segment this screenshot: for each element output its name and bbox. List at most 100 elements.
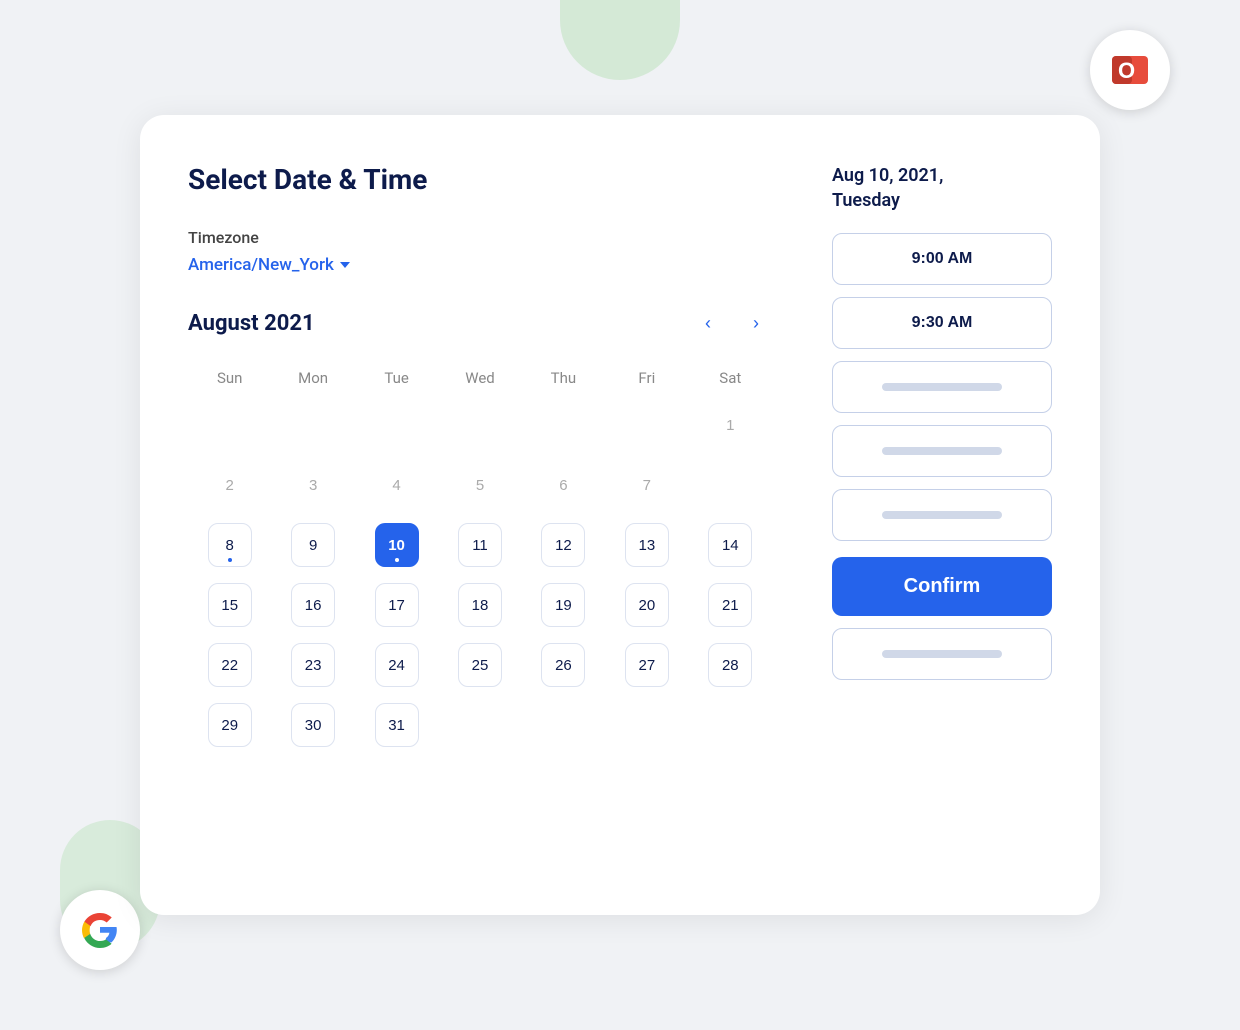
day-btn-14[interactable]: 14 — [708, 523, 752, 567]
timezone-label: Timezone — [188, 228, 772, 247]
cal-empty-a — [438, 697, 521, 753]
google-icon-badge[interactable] — [60, 890, 140, 970]
office-logo-svg: O — [1108, 48, 1152, 92]
time-slot-placeholder-2 — [832, 425, 1052, 477]
cal-day-31: 31 — [355, 697, 438, 753]
dialog-title: Select Date & Time — [188, 163, 772, 196]
day-btn-19[interactable]: 19 — [541, 583, 585, 627]
day-header-fri: Fri — [605, 363, 688, 393]
day-btn-23[interactable]: 23 — [291, 643, 335, 687]
day-btn-20[interactable]: 20 — [625, 583, 669, 627]
cal-day-10: 10 — [355, 517, 438, 573]
cal-day-16: 16 — [271, 577, 354, 633]
cal-empty-b — [522, 697, 605, 753]
main-card: Select Date & Time Timezone America/New_… — [140, 115, 1100, 915]
right-panel: Aug 10, 2021,Tuesday 9:00 AM 9:30 AM Con… — [832, 163, 1052, 875]
day-header-sat: Sat — [689, 363, 772, 393]
day-btn-31[interactable]: 31 — [375, 703, 419, 747]
cal-empty-d — [689, 697, 772, 753]
time-slot-930[interactable]: 9:30 AM — [832, 297, 1052, 349]
cal-cell-empty-2 — [271, 397, 354, 453]
calendar-header: August 2021 ‹ › — [188, 307, 772, 339]
left-panel: Select Date & Time Timezone America/New_… — [188, 163, 772, 875]
day-btn-11[interactable]: 11 — [458, 523, 502, 567]
cal-day-9: 9 — [271, 517, 354, 573]
cal-day-15: 15 — [188, 577, 271, 633]
time-slot-placeholder-3 — [832, 489, 1052, 541]
day-btn-7[interactable]: 7 — [625, 463, 669, 507]
day-header-sun: Sun — [188, 363, 271, 393]
timezone-selector[interactable]: America/New_York — [188, 255, 772, 275]
calendar-week-6: 29 30 31 — [188, 697, 772, 753]
calendar-week-2: 2 3 4 5 6 7 — [188, 457, 772, 513]
day-btn-13[interactable]: 13 — [625, 523, 669, 567]
day-header-mon: Mon — [271, 363, 354, 393]
day-btn-30[interactable]: 30 — [291, 703, 335, 747]
day-btn-24[interactable]: 24 — [375, 643, 419, 687]
day-btn-8[interactable]: 8 — [208, 523, 252, 567]
day-btn-15[interactable]: 15 — [208, 583, 252, 627]
cal-day-28: 28 — [689, 637, 772, 693]
day-btn-29[interactable]: 29 — [208, 703, 252, 747]
calendar-week-4: 15 16 17 18 19 20 21 — [188, 577, 772, 633]
cal-day-13: 13 — [605, 517, 688, 573]
cal-day-23: 23 — [271, 637, 354, 693]
day-btn-4[interactable]: 4 — [375, 463, 419, 507]
time-slot-placeholder-1 — [832, 361, 1052, 413]
time-slot-placeholder-4 — [832, 628, 1052, 680]
day-btn-22[interactable]: 22 — [208, 643, 252, 687]
cal-day-29: 29 — [188, 697, 271, 753]
google-logo-svg — [78, 908, 122, 952]
day-btn-5[interactable]: 5 — [458, 463, 502, 507]
day-btn-12[interactable]: 12 — [541, 523, 585, 567]
placeholder-line-3 — [882, 511, 1002, 519]
day-btn-9[interactable]: 9 — [291, 523, 335, 567]
calendar-nav: ‹ › — [692, 307, 772, 339]
cal-day-30: 30 — [271, 697, 354, 753]
cal-day-26: 26 — [522, 637, 605, 693]
cal-empty-c — [605, 697, 688, 753]
cal-day-empty-end — [689, 457, 772, 513]
cal-day-12: 12 — [522, 517, 605, 573]
day-btn-18[interactable]: 18 — [458, 583, 502, 627]
day-btn-3[interactable]: 3 — [291, 463, 335, 507]
cal-day-17: 17 — [355, 577, 438, 633]
day-btn-16[interactable]: 16 — [291, 583, 335, 627]
day-btn-17[interactable]: 17 — [375, 583, 419, 627]
placeholder-line-4 — [882, 650, 1002, 658]
placeholder-line-1 — [882, 383, 1002, 391]
day-btn-6[interactable]: 6 — [541, 463, 585, 507]
cal-day-6: 6 — [522, 457, 605, 513]
next-month-button[interactable]: › — [740, 307, 772, 339]
day-btn-10[interactable]: 10 — [375, 523, 419, 567]
cal-day-19: 19 — [522, 577, 605, 633]
decoration-blob-top — [560, 0, 680, 80]
cal-day-24: 24 — [355, 637, 438, 693]
cal-day-4: 4 — [355, 457, 438, 513]
time-slot-900[interactable]: 9:00 AM — [832, 233, 1052, 285]
day-btn-25[interactable]: 25 — [458, 643, 502, 687]
day-btn-27[interactable]: 27 — [625, 643, 669, 687]
cal-cell-empty-6 — [605, 397, 688, 453]
cal-cell-empty-1 — [188, 397, 271, 453]
cal-cell-empty-5 — [522, 397, 605, 453]
cal-day-1: 1 — [689, 397, 772, 453]
prev-month-button[interactable]: ‹ — [692, 307, 724, 339]
cal-day-25: 25 — [438, 637, 521, 693]
day-btn-1[interactable]: 1 — [708, 403, 752, 447]
cal-day-21: 21 — [689, 577, 772, 633]
calendar-week-1: 1 — [188, 397, 772, 453]
day-btn-26[interactable]: 26 — [541, 643, 585, 687]
cal-day-20: 20 — [605, 577, 688, 633]
calendar-day-headers: Sun Mon Tue Wed Thu Fri Sat — [188, 363, 772, 393]
calendar-month-year: August 2021 — [188, 311, 315, 336]
calendar-week-3: 8 9 10 11 12 13 14 — [188, 517, 772, 573]
placeholder-line-2 — [882, 447, 1002, 455]
day-btn-21[interactable]: 21 — [708, 583, 752, 627]
office-icon-badge[interactable]: O — [1090, 30, 1170, 110]
cal-day-7: 7 — [605, 457, 688, 513]
day-btn-2[interactable]: 2 — [208, 463, 252, 507]
day-btn-28[interactable]: 28 — [708, 643, 752, 687]
confirm-button[interactable]: Confirm — [832, 557, 1052, 616]
day-header-wed: Wed — [438, 363, 521, 393]
